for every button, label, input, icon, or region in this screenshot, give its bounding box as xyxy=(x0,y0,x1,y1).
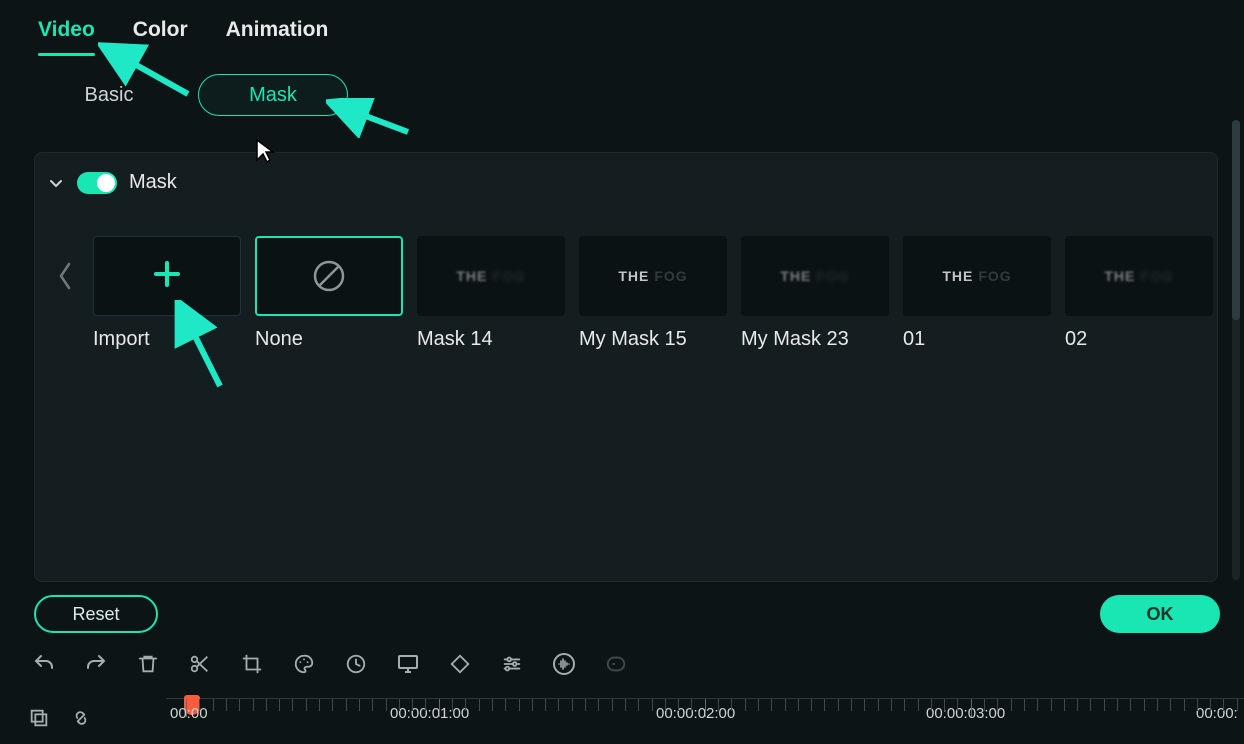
mask-item-label: Import xyxy=(93,328,241,351)
none-icon xyxy=(310,257,348,295)
tab-animation[interactable]: Animation xyxy=(226,18,329,52)
mask-item-02[interactable]: THE FOG 02 xyxy=(1065,236,1213,351)
palette-icon[interactable] xyxy=(290,650,318,678)
mask-thumb[interactable]: THE FOG xyxy=(741,236,889,316)
thumb-text: THE xyxy=(456,268,487,284)
keyframe-icon[interactable] xyxy=(446,650,474,678)
time-label: 00:00:01:00 xyxy=(390,705,469,722)
time-label: 00:00: xyxy=(1196,705,1238,722)
thumb-text: THE xyxy=(942,268,973,284)
time-label: 00:00 xyxy=(170,705,208,722)
thumb-text: FOG xyxy=(492,268,525,284)
crop-icon[interactable] xyxy=(238,650,266,678)
thumb-text: FOG xyxy=(816,268,849,284)
undo-icon[interactable] xyxy=(30,650,58,678)
mask-item-label: Mask 14 xyxy=(417,328,565,351)
mask-thumb[interactable]: THE FOG xyxy=(903,236,1051,316)
mask-thumb[interactable]: THE FOG xyxy=(1065,236,1213,316)
mask-item-label: My Mask 23 xyxy=(741,328,889,351)
mask-panel: Mask Import None THE xyxy=(34,152,1218,582)
plus-icon xyxy=(152,259,182,294)
scroll-left-button[interactable] xyxy=(51,236,79,316)
sliders-icon[interactable] xyxy=(498,650,526,678)
speed-icon[interactable] xyxy=(342,650,370,678)
thumb-text: FOG xyxy=(978,268,1011,284)
ok-button[interactable]: OK xyxy=(1100,595,1220,633)
mask-item-label: 01 xyxy=(903,328,1051,351)
mask-item-mymask15[interactable]: THE FOG My Mask 15 xyxy=(579,236,727,351)
none-thumb[interactable] xyxy=(255,236,403,316)
sub-tabs: Basic Mask xyxy=(34,74,1244,116)
mask-item-label: My Mask 15 xyxy=(579,328,727,351)
reset-button[interactable]: Reset xyxy=(34,595,158,633)
timeline-copy-icon[interactable] xyxy=(28,707,50,734)
mask-panel-header: Mask xyxy=(35,153,1217,194)
thumb-text: THE xyxy=(1104,268,1135,284)
thumb-text: FOG xyxy=(654,268,687,284)
mask-item-none[interactable]: None xyxy=(255,236,403,351)
tab-video[interactable]: Video xyxy=(38,18,95,52)
mask-thumb[interactable]: THE FOG xyxy=(417,236,565,316)
timeline: 00:00 00:00:01:00 00:00:02:00 00:00:03:0… xyxy=(28,698,1244,742)
footer-buttons: Reset OK xyxy=(34,595,1220,633)
mask-list: Import None THE FOG Mask 14 THE FOG xyxy=(35,194,1217,351)
redo-icon[interactable] xyxy=(82,650,110,678)
thumb-text: FOG xyxy=(1140,268,1173,284)
timeline-link-icon[interactable] xyxy=(70,707,92,734)
subtab-basic[interactable]: Basic xyxy=(34,74,184,116)
top-tabs: Video Color Animation xyxy=(0,0,1244,52)
mask-panel-title: Mask xyxy=(129,171,177,194)
mask-item-import[interactable]: Import xyxy=(93,236,241,351)
mask-thumb[interactable]: THE FOG xyxy=(579,236,727,316)
delete-icon[interactable] xyxy=(134,650,162,678)
time-label: 00:00:03:00 xyxy=(926,705,1005,722)
timeline-toolbar xyxy=(30,650,630,678)
thumb-text: THE xyxy=(618,268,649,284)
mask-item-mask14[interactable]: THE FOG Mask 14 xyxy=(417,236,565,351)
import-thumb[interactable] xyxy=(93,236,241,316)
mask-toggle[interactable] xyxy=(77,172,117,194)
panel-scrollbar[interactable] xyxy=(1232,120,1240,580)
tag-icon xyxy=(602,650,630,678)
timeline-ruler[interactable]: 00:00 00:00:01:00 00:00:02:00 00:00:03:0… xyxy=(166,698,1244,742)
mask-item-01[interactable]: THE FOG 01 xyxy=(903,236,1051,351)
screen-icon[interactable] xyxy=(394,650,422,678)
audio-waveform-icon[interactable] xyxy=(550,650,578,678)
mask-item-label: 02 xyxy=(1065,328,1213,351)
time-label: 00:00:02:00 xyxy=(656,705,735,722)
scissors-icon[interactable] xyxy=(186,650,214,678)
chevron-down-icon[interactable] xyxy=(47,174,65,192)
tab-color[interactable]: Color xyxy=(133,18,188,52)
thumb-text: THE xyxy=(780,268,811,284)
subtab-mask[interactable]: Mask xyxy=(198,74,348,116)
mask-item-mymask23[interactable]: THE FOG My Mask 23 xyxy=(741,236,889,351)
mask-item-label: None xyxy=(255,328,403,351)
